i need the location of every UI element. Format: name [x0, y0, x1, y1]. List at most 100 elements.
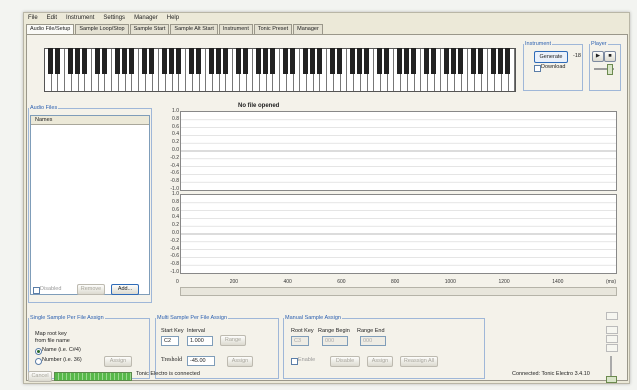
tab-tonic-preset[interactable]: Tonic Preset — [253, 24, 293, 34]
piano-white-key[interactable] — [260, 49, 267, 91]
piano-white-key[interactable] — [455, 49, 462, 91]
play-button[interactable]: ▶ — [592, 51, 604, 62]
piano-white-key[interactable] — [85, 49, 93, 91]
enable-checkbox[interactable] — [291, 358, 298, 365]
piano-white-key[interactable] — [435, 49, 442, 91]
reassign-all-button[interactable]: Reassign All — [400, 356, 438, 367]
manual-assign-button[interactable]: Assign — [367, 356, 393, 367]
menu-manager[interactable]: Manager — [134, 15, 158, 21]
piano-white-key[interactable] — [488, 49, 496, 91]
audio-files-list[interactable]: Names — [30, 115, 150, 295]
piano-white-key[interactable] — [119, 49, 126, 91]
piano-white-key[interactable] — [361, 49, 368, 91]
tab-sample-loop[interactable]: Sample Loop/Stop — [75, 24, 129, 34]
piano-white-key[interactable] — [105, 49, 113, 91]
range-button[interactable]: Range — [220, 335, 246, 346]
piano-white-key[interactable] — [468, 49, 475, 91]
piano-white-key[interactable] — [354, 49, 361, 91]
piano-white-key[interactable] — [448, 49, 455, 91]
slider-box-4[interactable] — [606, 344, 618, 352]
range-end-field[interactable]: 000 — [360, 336, 386, 346]
piano-white-key[interactable] — [166, 49, 173, 91]
piano-white-key[interactable] — [509, 49, 516, 91]
volume-slider-thumb[interactable] — [607, 64, 613, 75]
piano-white-key[interactable] — [475, 49, 482, 91]
piano-white-key[interactable] — [79, 49, 86, 91]
piano-white-key[interactable] — [287, 49, 294, 91]
menu-instrument[interactable]: Instrument — [66, 15, 94, 21]
piano-white-key[interactable] — [226, 49, 234, 91]
piano-white-key[interactable] — [347, 49, 355, 91]
piano-white-key[interactable] — [220, 49, 227, 91]
piano-white-key[interactable] — [58, 49, 66, 91]
piano-white-key[interactable] — [139, 49, 146, 91]
piano-white-key[interactable] — [92, 49, 99, 91]
cancel-button[interactable]: Cancel — [28, 371, 52, 382]
piano-white-key[interactable] — [213, 49, 220, 91]
piano-white-key[interactable] — [179, 49, 187, 91]
menu-settings[interactable]: Settings — [103, 15, 125, 21]
piano-white-key[interactable] — [45, 49, 52, 91]
piano-white-key[interactable] — [267, 49, 274, 91]
menu-edit[interactable]: Edit — [47, 15, 57, 21]
piano-white-key[interactable] — [273, 49, 281, 91]
piano-white-key[interactable] — [72, 49, 79, 91]
tab-manager[interactable]: Manager — [293, 24, 323, 34]
disabled-checkbox[interactable] — [33, 287, 40, 294]
single-assign-button[interactable]: Assign — [104, 356, 132, 367]
piano-white-key[interactable] — [341, 49, 348, 91]
piano-white-key[interactable] — [482, 49, 489, 91]
number-radio[interactable] — [35, 358, 42, 365]
piano-white-key[interactable] — [294, 49, 301, 91]
piano-white-key[interactable] — [300, 49, 308, 91]
piano-white-key[interactable] — [126, 49, 133, 91]
slider-box-2[interactable] — [606, 326, 618, 334]
multi-assign-button[interactable]: Assign — [227, 356, 253, 367]
remove-button[interactable]: Remove — [77, 284, 105, 295]
piano-white-key[interactable] — [374, 49, 381, 91]
piano-white-key[interactable] — [200, 49, 207, 91]
piano-white-key[interactable] — [408, 49, 415, 91]
piano-white-key[interactable] — [153, 49, 160, 91]
waveform-channel-2[interactable] — [180, 194, 617, 274]
piano-white-key[interactable] — [421, 49, 428, 91]
piano-white-key[interactable] — [401, 49, 408, 91]
slider-box-top[interactable] — [606, 312, 618, 320]
piano-white-key[interactable] — [112, 49, 119, 91]
interval-field[interactable]: 1.000 — [187, 336, 213, 346]
piano-white-key[interactable] — [280, 49, 287, 91]
piano-white-key[interactable] — [368, 49, 375, 91]
piano-white-key[interactable] — [253, 49, 260, 91]
piano-white-key[interactable] — [52, 49, 59, 91]
piano-white-key[interactable] — [247, 49, 254, 91]
piano-white-key[interactable] — [146, 49, 153, 91]
menu-help[interactable]: Help — [167, 15, 179, 21]
piano-white-key[interactable] — [186, 49, 193, 91]
threshold-field[interactable]: -45.00 — [187, 356, 215, 366]
piano-white-key[interactable] — [240, 49, 247, 91]
slider-box-3[interactable] — [606, 335, 618, 343]
piano-keyboard[interactable] — [44, 48, 516, 92]
add-button[interactable]: Add... — [111, 284, 139, 295]
piano-white-key[interactable] — [334, 49, 341, 91]
piano-white-key[interactable] — [193, 49, 200, 91]
piano-white-key[interactable] — [462, 49, 469, 91]
piano-white-key[interactable] — [388, 49, 395, 91]
disable-button[interactable]: Disable — [330, 356, 360, 367]
piano-white-key[interactable] — [233, 49, 240, 91]
download-checkbox[interactable] — [534, 65, 541, 72]
piano-white-key[interactable] — [65, 49, 72, 91]
name-radio[interactable] — [35, 348, 42, 355]
piano-white-key[interactable] — [173, 49, 180, 91]
tab-audio-file-setup[interactable]: Audio File/Setup — [26, 24, 75, 34]
piano-white-key[interactable] — [441, 49, 449, 91]
waveform-channel-1[interactable] — [180, 111, 617, 191]
piano-white-key[interactable] — [495, 49, 502, 91]
piano-white-key[interactable] — [327, 49, 334, 91]
names-column-header[interactable]: Names — [31, 116, 149, 125]
tab-sample-alt-start[interactable]: Sample Alt Start — [170, 24, 218, 34]
menu-file[interactable]: File — [28, 15, 38, 21]
piano-white-key[interactable] — [307, 49, 314, 91]
piano-white-key[interactable] — [381, 49, 388, 91]
gain-slider-thumb[interactable] — [606, 376, 617, 383]
